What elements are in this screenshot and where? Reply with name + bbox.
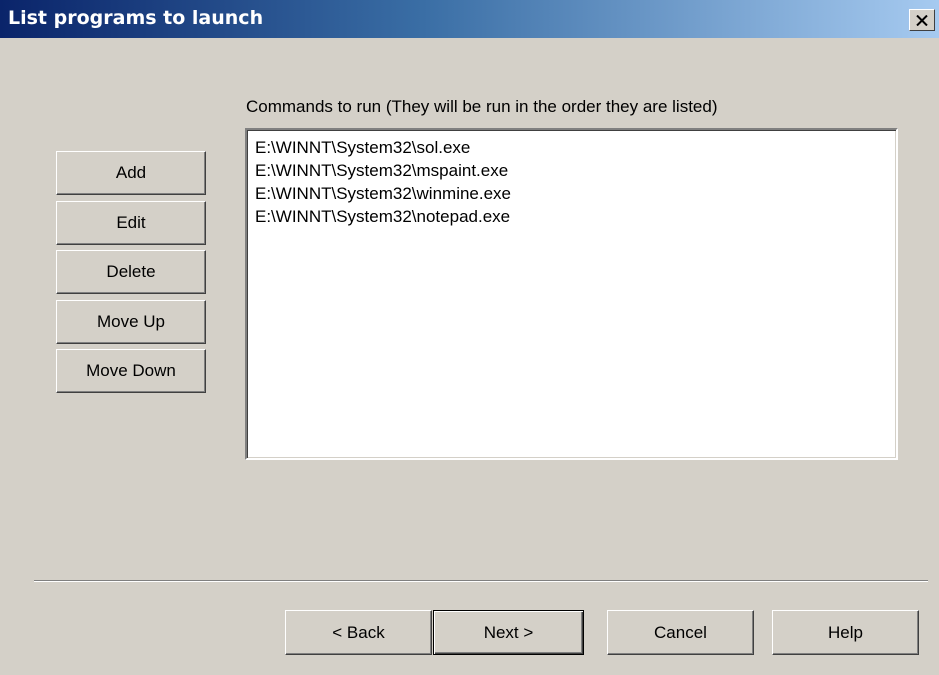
next-button[interactable]: Next > [433,610,584,655]
list-item[interactable]: E:\WINNT\System32\notepad.exe [255,205,896,228]
close-icon [916,14,928,26]
separator [34,580,928,582]
delete-button[interactable]: Delete [56,250,206,294]
window-title: List programs to launch [8,7,264,29]
edit-button[interactable]: Edit [56,201,206,245]
title-bar: List programs to launch [0,0,939,38]
commands-caption: Commands to run (They will be run in the… [246,97,718,116]
add-button[interactable]: Add [56,151,206,195]
close-button[interactable] [909,9,935,31]
list-item[interactable]: E:\WINNT\System32\mspaint.exe [255,159,896,182]
move-up-button[interactable]: Move Up [56,300,206,344]
move-down-button[interactable]: Move Down [56,349,206,393]
cancel-button[interactable]: Cancel [607,610,754,655]
back-button[interactable]: < Back [285,610,432,655]
list-item[interactable]: E:\WINNT\System32\winmine.exe [255,182,896,205]
list-item[interactable]: E:\WINNT\System32\sol.exe [255,136,896,159]
commands-listbox[interactable]: E:\WINNT\System32\sol.exe E:\WINNT\Syste… [245,128,898,460]
help-button[interactable]: Help [772,610,919,655]
